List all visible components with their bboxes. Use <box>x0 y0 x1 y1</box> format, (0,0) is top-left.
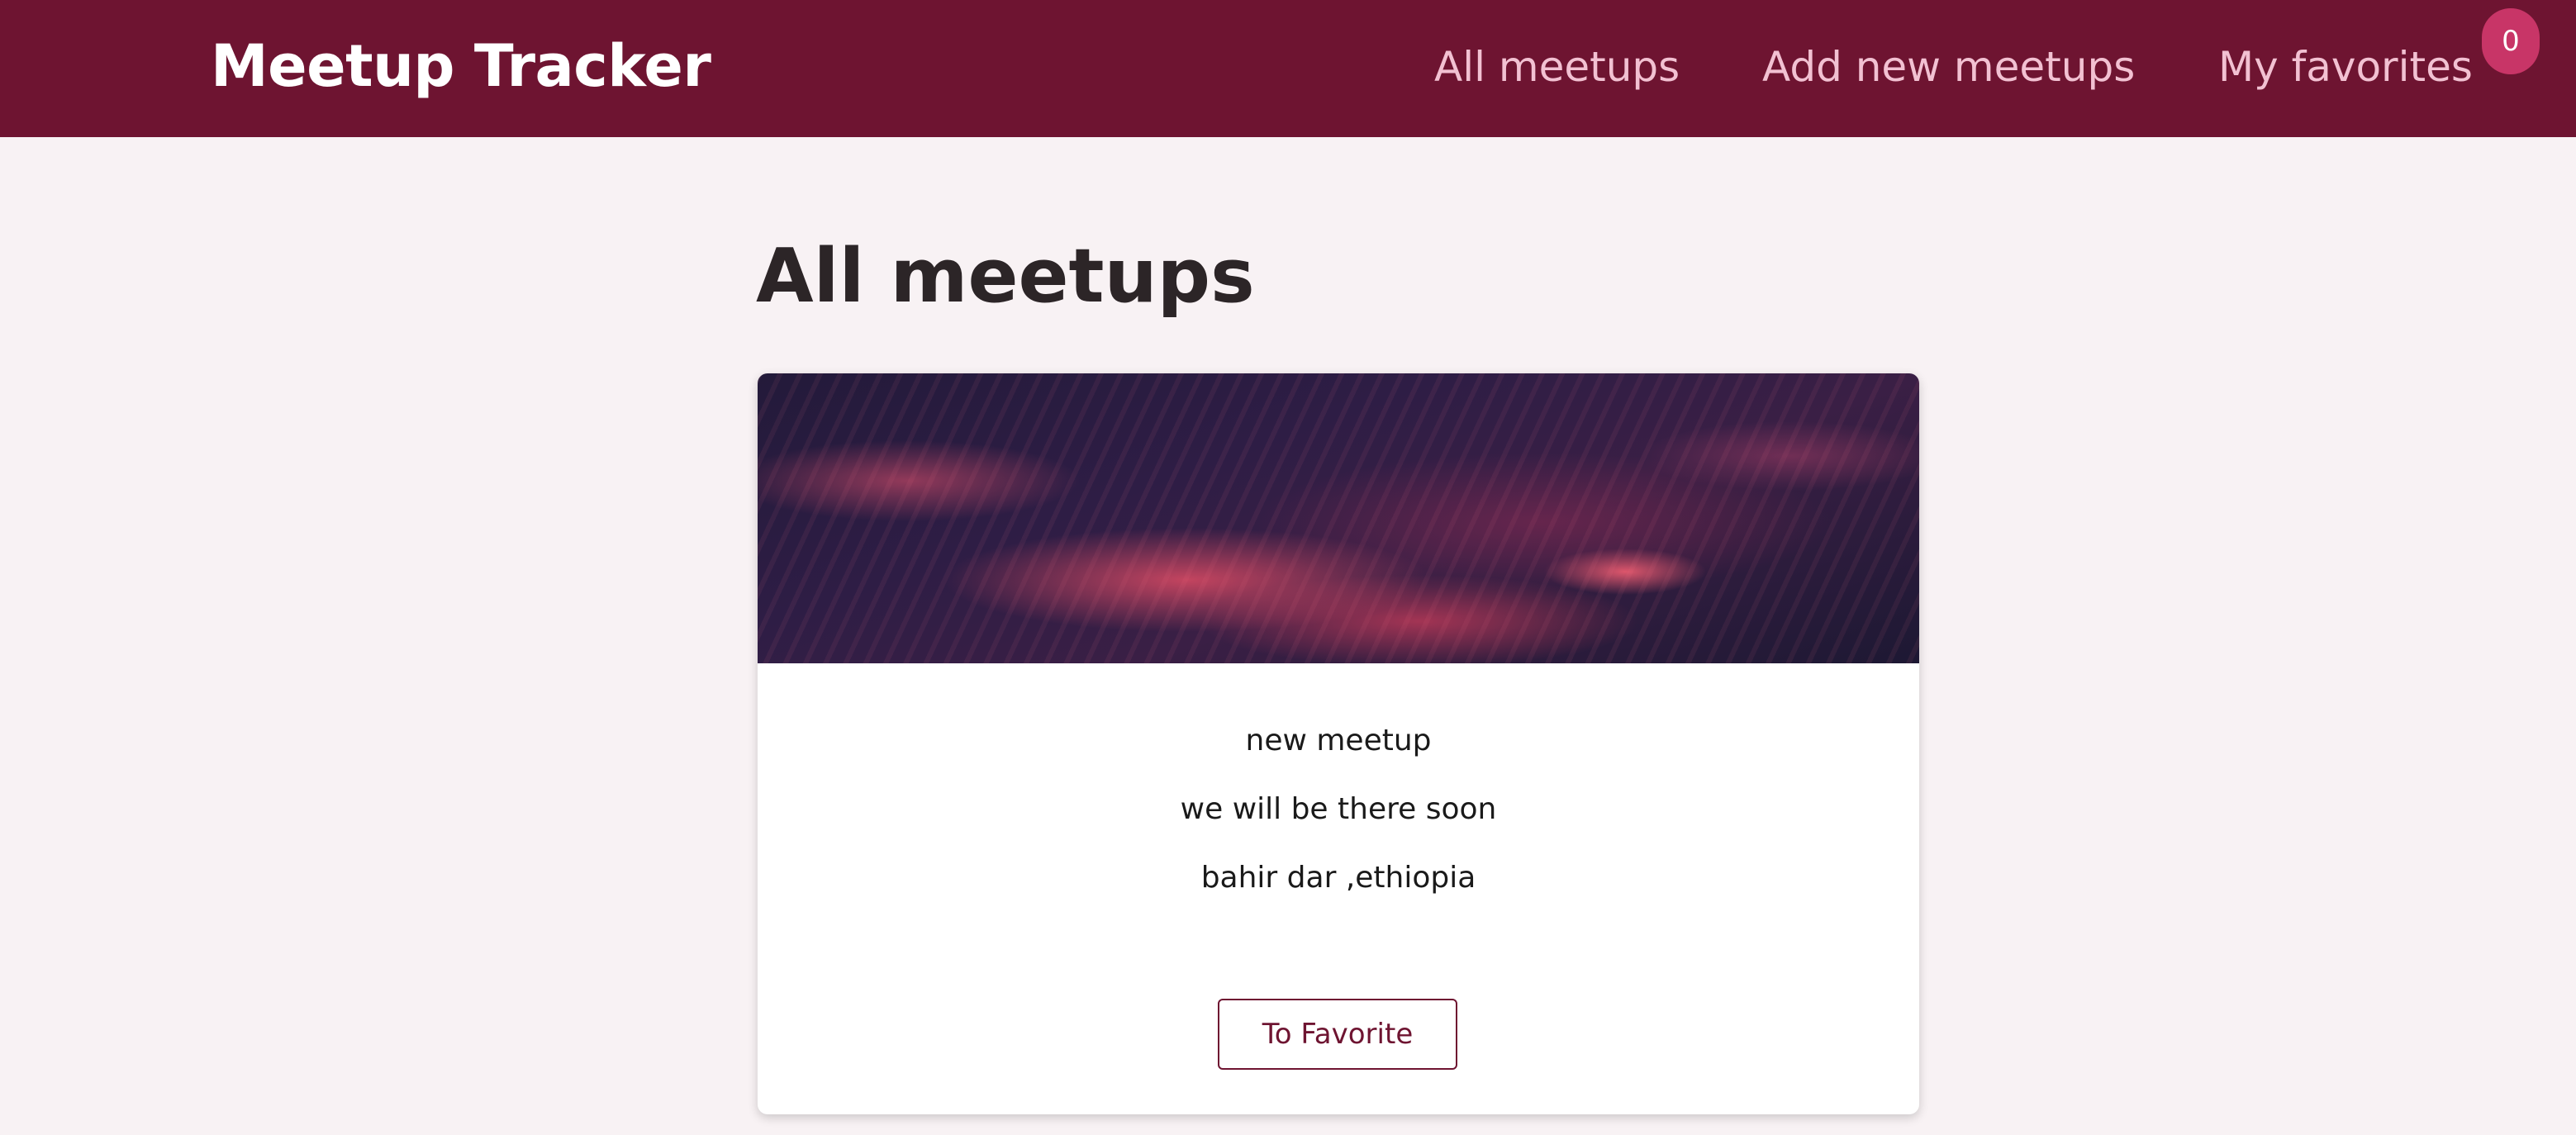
page-title: All meetups <box>756 233 1255 320</box>
nav-link-add-new-meetups[interactable]: Add new meetups <box>1762 30 2135 104</box>
to-favorite-button[interactable]: To Favorite <box>1218 999 1457 1070</box>
meetup-address: bahir dar ,ethiopia <box>1200 861 1476 895</box>
meetup-card: new meetup we will be there soon bahir d… <box>758 373 1919 1114</box>
nav-link-my-favorites[interactable]: My favorites <box>2218 30 2473 104</box>
favorites-count-badge: 0 <box>2482 8 2540 74</box>
app-logo[interactable]: Meetup Tracker <box>211 25 711 107</box>
meetup-title: new meetup <box>1245 724 1432 757</box>
meetup-description: we will be there soon <box>1180 792 1497 826</box>
nav-link-all-meetups[interactable]: All meetups <box>1434 30 1680 104</box>
top-header: Meetup Tracker All meetups Add new meetu… <box>0 0 2576 137</box>
meetup-image-texture <box>758 373 1919 663</box>
